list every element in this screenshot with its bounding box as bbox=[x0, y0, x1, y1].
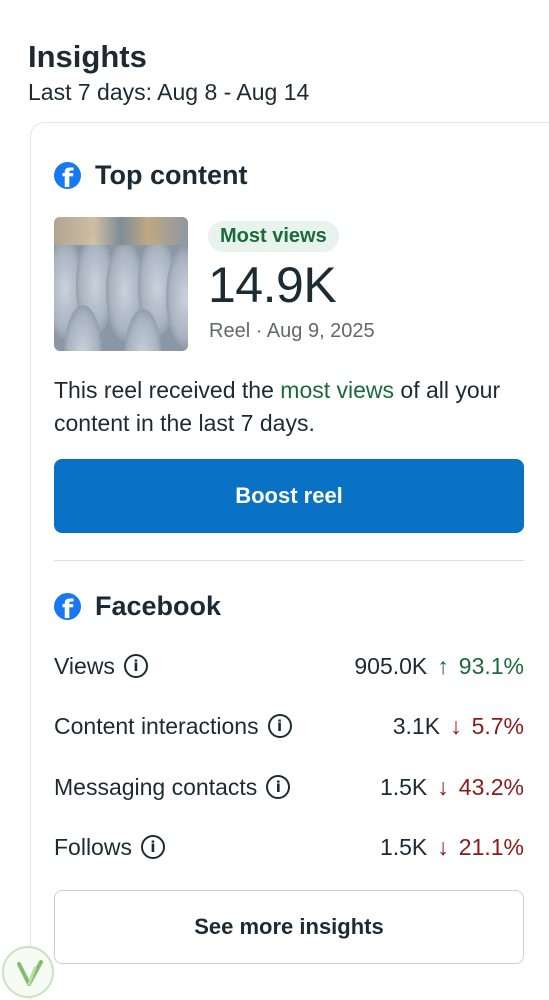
insights-header: Insights Last 7 days: Aug 8 - Aug 14 bbox=[28, 38, 309, 106]
top-content-title: Top content bbox=[95, 160, 248, 190]
metric-row-content-interactions: Content interactions i 3.1K ↓ 5.7% bbox=[54, 709, 524, 743]
facebook-logo-icon: f bbox=[54, 162, 81, 189]
metric-row-messaging-contacts: Messaging contacts i 1.5K ↓ 43.2% bbox=[54, 770, 524, 804]
facebook-section-header: f Facebook bbox=[54, 591, 221, 622]
metric-row-follows: Follows i 1.5K ↓ 21.1% bbox=[54, 830, 524, 864]
metric-label: Content interactions bbox=[54, 712, 259, 739]
arrow-up-icon: ↑ bbox=[437, 652, 449, 679]
info-icon[interactable]: i bbox=[123, 654, 148, 678]
most-views-highlight: most views bbox=[280, 377, 395, 403]
watermark-logo bbox=[2, 946, 54, 998]
reel-meta: Reel · Aug 9, 2025 bbox=[209, 320, 375, 342]
metric-row-views: Views i 905.0K ↑ 93.1% bbox=[54, 649, 524, 683]
metric-change: 43.2% bbox=[458, 773, 524, 800]
top-content-views-value: 14.9K bbox=[208, 257, 337, 313]
metric-value: 1.5K bbox=[379, 833, 428, 860]
metric-value: 3.1K bbox=[392, 712, 441, 739]
arrow-down-icon: ↓ bbox=[437, 833, 449, 860]
top-content-header: f Top content bbox=[54, 160, 247, 191]
see-more-insights-button[interactable]: See more insights bbox=[54, 890, 524, 964]
arrow-down-icon: ↓ bbox=[450, 712, 462, 739]
metric-label: Messaging contacts bbox=[54, 773, 258, 800]
reel-thumbnail[interactable] bbox=[54, 217, 188, 351]
info-icon[interactable]: i bbox=[267, 714, 292, 738]
section-divider bbox=[54, 560, 524, 561]
boost-reel-button[interactable]: Boost reel bbox=[54, 459, 524, 533]
metric-change: 5.7% bbox=[471, 712, 524, 739]
info-icon[interactable]: i bbox=[266, 775, 291, 799]
metric-label: Follows bbox=[54, 833, 132, 860]
metric-change: 21.1% bbox=[458, 833, 524, 860]
facebook-section-title: Facebook bbox=[95, 591, 222, 621]
page-title: Insights bbox=[28, 39, 147, 74]
top-content-description: This reel received the most views of all… bbox=[54, 377, 501, 436]
most-views-badge: Most views bbox=[208, 221, 339, 252]
arrow-down-icon: ↓ bbox=[437, 773, 449, 800]
facebook-logo-icon: f bbox=[54, 593, 81, 620]
date-range: Last 7 days: Aug 8 - Aug 14 bbox=[28, 79, 310, 105]
metric-value: 1.5K bbox=[379, 773, 428, 800]
metric-value: 905.0K bbox=[354, 652, 428, 679]
metric-change: 93.1% bbox=[458, 652, 524, 679]
info-icon[interactable]: i bbox=[140, 835, 165, 859]
metric-label: Views bbox=[54, 652, 115, 679]
